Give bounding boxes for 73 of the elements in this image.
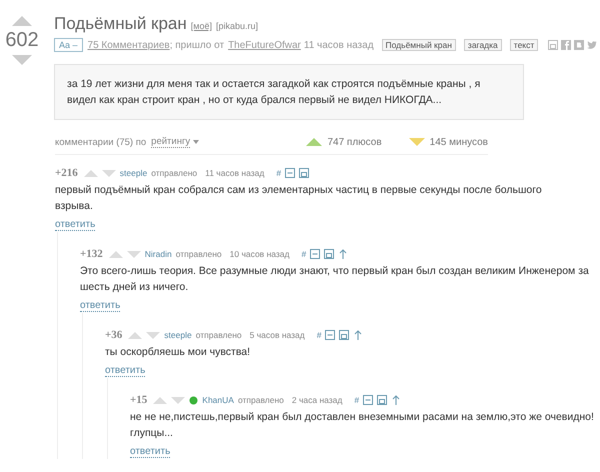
comment-score: +216 xyxy=(55,167,78,179)
upvote-icon[interactable] xyxy=(108,250,123,258)
downvote-icon[interactable] xyxy=(11,55,33,65)
upvote-icon[interactable] xyxy=(153,396,168,404)
mine-link[interactable]: [моё] xyxy=(190,21,212,31)
author-link[interactable]: TheFutureOfwar xyxy=(228,40,301,50)
comment-text: Это всего-лишь теория. Все разумные люди знают, что первый кран был создан великим Инженером за шесть дней из ничего. xyxy=(80,264,590,295)
comment-sent-label: отправлено xyxy=(196,330,242,340)
up-arrow-icon[interactable] xyxy=(338,249,348,259)
up-arrow-icon[interactable] xyxy=(353,330,364,340)
tag[interactable]: Подьёмный кран xyxy=(382,39,456,51)
comment-time: 10 часов назад xyxy=(230,249,290,259)
collapse-icon[interactable] xyxy=(363,395,374,405)
comment-author[interactable]: Niradin xyxy=(144,249,172,259)
twitter-icon[interactable] xyxy=(587,40,598,50)
vk-icon[interactable] xyxy=(574,40,584,50)
minus-icon[interactable] xyxy=(408,138,426,146)
upvote-icon[interactable] xyxy=(84,170,98,176)
comment-sent-label: отправлено xyxy=(238,395,284,405)
comment-link[interactable]: # xyxy=(276,168,282,178)
plus-count: 747 плюсов xyxy=(327,136,382,148)
save-icon[interactable] xyxy=(377,395,388,405)
came-from-label: ; пришло от xyxy=(170,40,224,50)
post-title[interactable]: Подьёмный кран xyxy=(54,14,187,34)
tag[interactable]: текст xyxy=(510,39,538,51)
reply-link[interactable]: ответить xyxy=(80,300,120,312)
save-icon[interactable] xyxy=(324,249,334,259)
reply-link[interactable]: ответить xyxy=(55,219,96,231)
caret-icon[interactable] xyxy=(193,140,200,144)
comment-link[interactable]: # xyxy=(316,330,322,340)
comment-author[interactable]: steeple xyxy=(120,168,148,178)
reply-link[interactable]: ответить xyxy=(105,365,146,377)
tag[interactable]: загадка xyxy=(464,39,502,51)
downvote-icon[interactable] xyxy=(146,332,160,338)
comment-time: 2 часа назад xyxy=(292,395,342,405)
comments-link[interactable]: 75 Комментариев xyxy=(88,40,170,50)
reply-link[interactable]: ответить xyxy=(130,446,170,458)
comment-score: +132 xyxy=(80,248,103,260)
comment-score: +15 xyxy=(130,394,148,406)
comment-time: 5 часов назад xyxy=(250,330,305,340)
comment-link[interactable]: # xyxy=(354,395,360,405)
comments-count-label: комментарии (75) по xyxy=(55,136,146,148)
facebook-icon[interactable] xyxy=(561,40,572,50)
comment-text: не не не,пистешь,первый кран был доставлен внеземными расами на землю,это же очевидно!глупцы... xyxy=(130,410,595,441)
comment-time: 11 часов назад xyxy=(205,168,264,178)
downvote-icon[interactable] xyxy=(126,250,141,258)
downvote-icon[interactable] xyxy=(102,170,116,176)
font-size-toggle[interactable]: Aa – xyxy=(54,38,83,52)
comment-author[interactable]: steeple xyxy=(164,330,192,340)
save-icon[interactable] xyxy=(548,40,558,50)
comment-sent-label: отправлено xyxy=(151,168,198,178)
downvote-icon[interactable] xyxy=(171,396,186,404)
collapse-icon[interactable] xyxy=(325,330,336,340)
sort-dropdown[interactable]: рейтингу xyxy=(151,136,190,148)
collapse-icon[interactable] xyxy=(285,168,296,178)
upvote-icon[interactable] xyxy=(11,16,33,26)
post-rating: 602 xyxy=(5,29,39,52)
save-icon[interactable] xyxy=(339,330,350,340)
comment-text: первый подъёмный кран собрался сам из элементарных частиц в первые секунды после большого взрыва. xyxy=(55,183,543,214)
comment-text: ты оскорбляешь мои чувства! xyxy=(105,345,252,360)
upvote-icon[interactable] xyxy=(128,332,142,338)
comment-link[interactable]: # xyxy=(301,249,306,259)
save-icon[interactable] xyxy=(299,168,310,178)
comment-score: +36 xyxy=(105,329,122,341)
collapse-icon[interactable] xyxy=(310,249,320,259)
post-body: за 19 лет жизни для меня так и остается загадкой как строятся подъёмные краны , я видел как кран строит кран , но от куда брался первый не видел НИКОГДА... xyxy=(54,64,524,120)
comment-sent-label: отправлено xyxy=(176,249,222,259)
up-arrow-icon[interactable] xyxy=(391,395,402,405)
comment-author[interactable]: KhanUA xyxy=(202,395,234,405)
plus-icon[interactable] xyxy=(305,138,324,146)
user-icon xyxy=(189,396,198,404)
post-time: 11 часов назад xyxy=(304,40,374,50)
minus-count: 145 минусов xyxy=(430,136,488,148)
